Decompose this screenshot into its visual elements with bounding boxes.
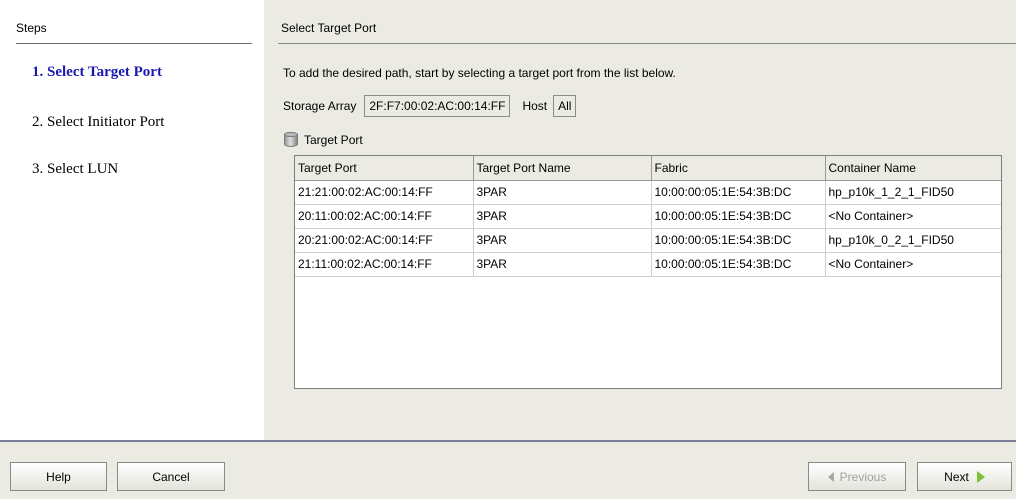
title-divider [278,43,1016,44]
cell-target-port: 21:11:00:02:AC:00:14:FF [295,252,474,277]
cell-target-port-name: 3PAR [473,252,652,277]
table-row[interactable]: 20:11:00:02:AC:00:14:FF 3PAR 10:00:00:05… [295,204,1001,229]
next-button[interactable]: Next [917,462,1012,491]
database-icon [284,132,298,148]
help-button[interactable]: Help [10,462,107,491]
steps-panel: Steps 1. Select Target Port 2. Select In… [0,0,264,440]
cell-fabric: 10:00:00:05:1E:54:3B:DC [651,228,826,253]
instruction-text: To add the desired path, start by select… [283,66,676,80]
cell-target-port: 21:21:00:02:AC:00:14:FF [295,180,474,205]
target-port-section-title: Target Port [284,132,363,148]
page-title: Select Target Port [281,21,377,35]
cell-fabric: 10:00:00:05:1E:54:3B:DC [651,180,826,205]
next-button-label: Next [944,469,969,484]
column-header-container-name[interactable]: Container Name [825,156,1001,181]
cell-container-name: hp_p10k_1_2_1_FID50 [825,180,1001,205]
filter-row: Storage Array 2F:F7:00:02:AC:00:14:FF Ho… [283,94,577,118]
cell-container-name: <No Container> [825,204,1001,229]
host-field: All [553,95,577,117]
step-select-initiator-port: 2. Select Initiator Port [32,114,165,130]
cell-fabric: 10:00:00:05:1E:54:3B:DC [651,204,826,229]
footer-bar: Help Cancel Previous Next [0,442,1016,499]
table-row[interactable]: 21:21:00:02:AC:00:14:FF 3PAR 10:00:00:05… [295,180,1001,205]
cell-fabric: 10:00:00:05:1E:54:3B:DC [651,252,826,277]
main-panel: Select Target Port To add the desired pa… [264,0,1016,440]
target-port-table[interactable]: Target Port Target Port Name Fabric Cont… [294,155,1002,389]
storage-array-label: Storage Array [283,99,357,113]
arrow-right-icon [976,470,985,483]
column-header-fabric[interactable]: Fabric [651,156,826,181]
table-header-row: Target Port Target Port Name Fabric Cont… [295,156,1001,181]
previous-button[interactable]: Previous [808,462,906,491]
cell-container-name: <No Container> [825,252,1001,277]
cell-target-port-name: 3PAR [473,180,652,205]
table-row[interactable]: 20:21:00:02:AC:00:14:FF 3PAR 10:00:00:05… [295,228,1001,253]
cancel-button[interactable]: Cancel [117,462,225,491]
table-row[interactable]: 21:11:00:02:AC:00:14:FF 3PAR 10:00:00:05… [295,252,1001,277]
cancel-button-label: Cancel [152,469,190,484]
column-header-target-port-name[interactable]: Target Port Name [473,156,652,181]
arrow-left-icon [827,471,834,482]
cell-target-port: 20:11:00:02:AC:00:14:FF [295,204,474,229]
step-select-target-port: 1. Select Target Port [32,64,162,80]
cell-container-name: hp_p10k_0_2_1_FID50 [825,228,1001,253]
target-port-title-label: Target Port [304,133,363,147]
cell-target-port-name: 3PAR [473,228,652,253]
column-header-target-port[interactable]: Target Port [295,156,474,181]
storage-array-field: 2F:F7:00:02:AC:00:14:FF [364,95,511,117]
steps-divider [16,43,252,44]
step-select-lun: 3. Select LUN [32,161,119,177]
help-button-label: Help [46,469,71,484]
host-label: Host [522,99,548,113]
cell-target-port-name: 3PAR [473,204,652,229]
previous-button-label: Previous [839,469,887,484]
steps-header: Steps [16,21,47,35]
cell-target-port: 20:21:00:02:AC:00:14:FF [295,228,474,253]
